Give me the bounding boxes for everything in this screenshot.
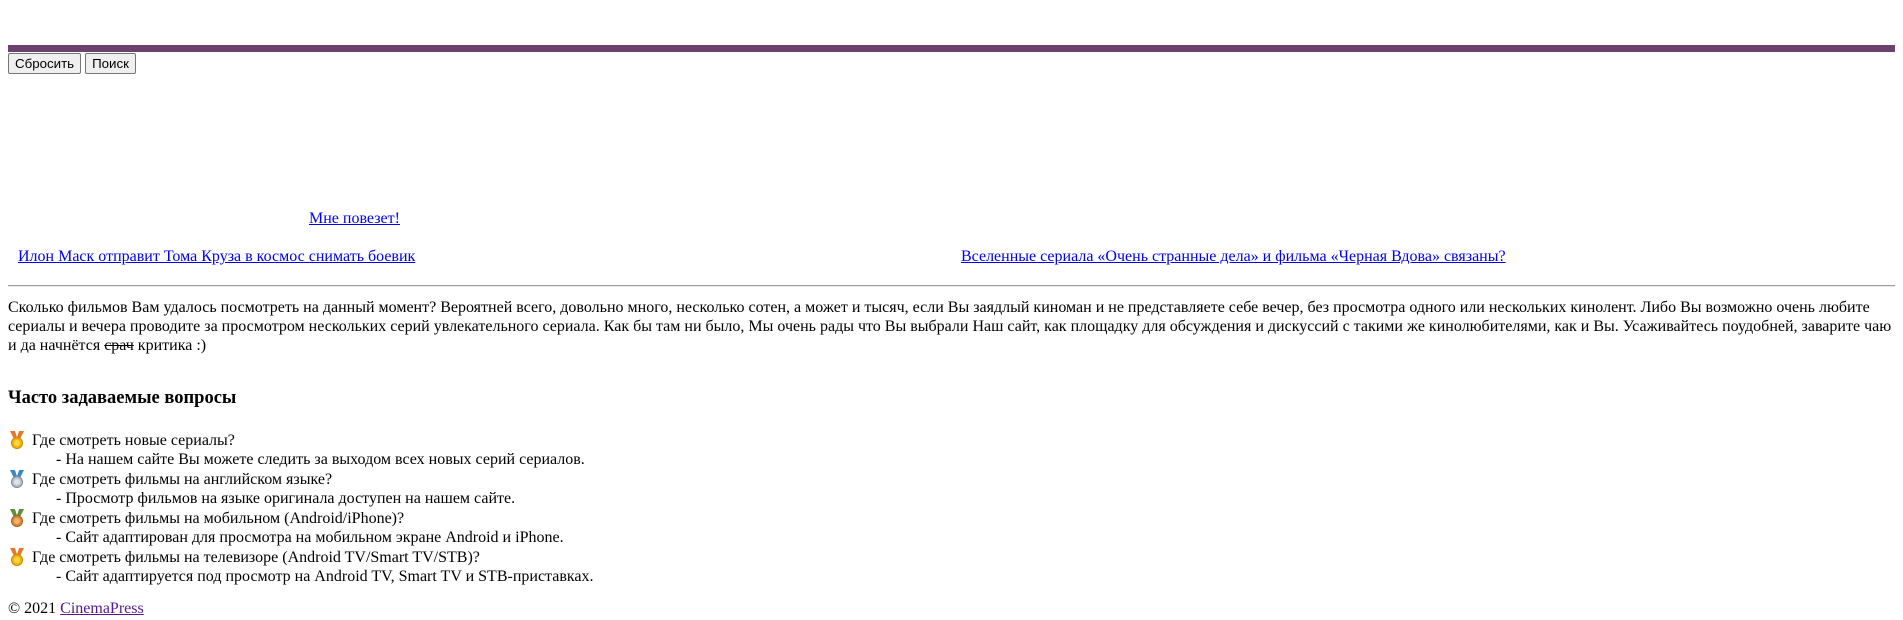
faq-question: Где смотреть новые сериалы? xyxy=(8,430,594,450)
faq-question: Где смотреть фильмы на телевизоре (Andro… xyxy=(8,547,594,567)
faq-question-text: Где смотреть фильмы на телевизоре (Andro… xyxy=(32,548,480,566)
search-controls: Сбросить Поиск xyxy=(8,53,136,74)
faq-question-text: Где смотреть фильмы на английском языке? xyxy=(32,470,333,488)
footer-copyright: © 2021 xyxy=(8,600,61,617)
faq-item: Где смотреть новые сериалы? - На нашем с… xyxy=(8,430,594,469)
news-link-left[interactable]: Илон Маск отправит Тома Круза в космос с… xyxy=(18,248,415,266)
faq-question-text: Где смотреть фильмы на мобильном (Androi… xyxy=(32,509,405,527)
gold-medal-icon xyxy=(10,548,24,566)
search-button[interactable]: Поиск xyxy=(85,53,136,74)
faq-item: Где смотреть фильмы на мобильном (Androi… xyxy=(8,508,594,547)
faq-question-text: Где смотреть новые сериалы? xyxy=(32,431,235,449)
bronze-medal-icon xyxy=(10,509,24,527)
footer: © 2021 CinemaPress xyxy=(8,600,144,618)
faq-item: Где смотреть фильмы на английском языке?… xyxy=(8,469,594,508)
lucky-link[interactable]: Мне повезет! xyxy=(309,210,400,228)
reset-button[interactable]: Сбросить xyxy=(8,53,82,74)
faq-answer: - На нашем сайте Вы можете следить за вы… xyxy=(56,451,585,468)
faq-answer: - Просмотр фильмов на языке оригинала до… xyxy=(56,490,516,507)
intro-struck-text: срач xyxy=(104,337,134,354)
header-bar xyxy=(8,45,1895,52)
footer-link[interactable]: CinemaPress xyxy=(60,600,144,617)
faq-title: Часто задаваемые вопросы xyxy=(8,388,237,408)
silver-medal-icon xyxy=(10,470,24,488)
news-link-right[interactable]: Вселенные сериала «Очень странные дела» … xyxy=(961,248,1506,266)
gold-medal-icon xyxy=(10,431,24,449)
faq-answer: - Сайт адаптирован для просмотра на моби… xyxy=(56,529,564,546)
faq-item: Где смотреть фильмы на телевизоре (Andro… xyxy=(8,547,594,586)
divider xyxy=(8,285,1895,287)
intro-main-text: Сколько фильмов Вам удалось посмотреть н… xyxy=(8,299,1892,354)
faq-question: Где смотреть фильмы на английском языке? xyxy=(8,469,594,489)
faq-question: Где смотреть фильмы на мобильном (Androi… xyxy=(8,508,594,528)
intro-text: Сколько фильмов Вам удалось посмотреть н… xyxy=(8,298,1898,355)
faq-answer: - Сайт адаптируется под просмотр на Andr… xyxy=(56,568,594,585)
intro-end-text: критика :) xyxy=(133,337,207,354)
faq-list: Где смотреть новые сериалы? - На нашем с… xyxy=(8,430,594,586)
